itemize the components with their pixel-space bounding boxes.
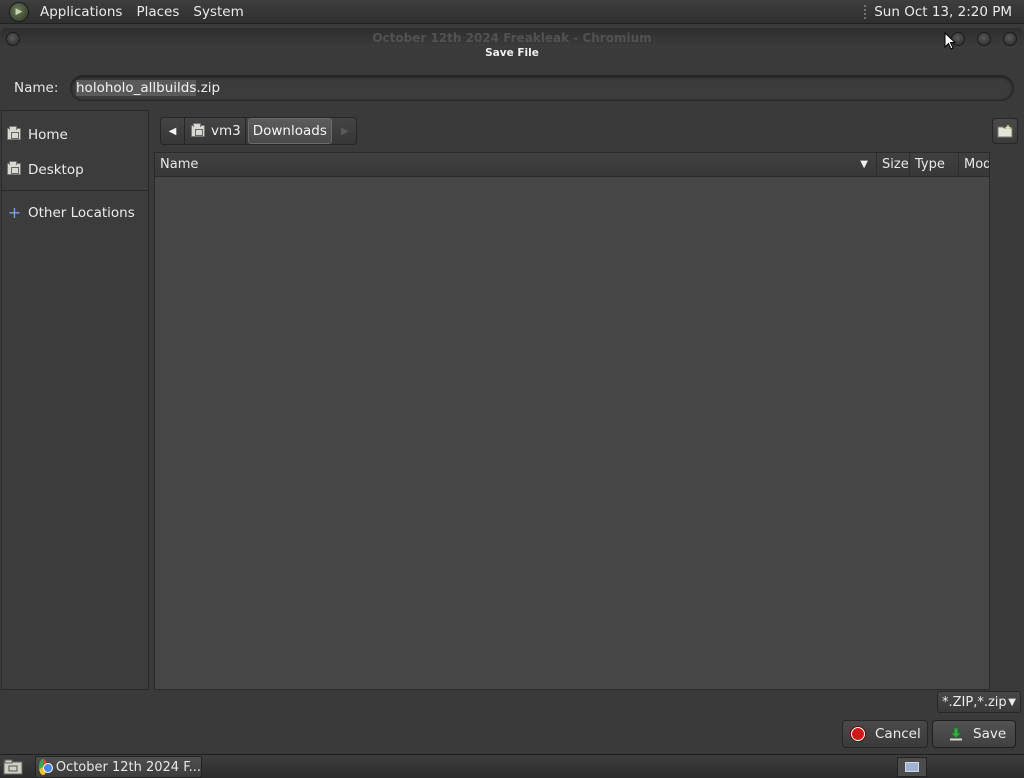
column-header-size[interactable]: Size: [877, 152, 910, 177]
save-button[interactable]: Save: [932, 720, 1016, 748]
filename-selected-text: holoholo_allbuilds: [76, 80, 197, 96]
filename-extension: .zip: [196, 80, 221, 96]
clock[interactable]: Sun Oct 13, 2:20 PM: [874, 4, 1012, 20]
download-arrow-icon: [950, 727, 962, 741]
places-sidebar: Home Desktop + Other Locations: [1, 110, 149, 690]
filter-selected-value: *.ZIP,*.zip: [942, 694, 1007, 710]
chevron-down-icon: ▼: [1008, 696, 1016, 708]
taskbar-item-chromium[interactable]: October 12th 2024 F...: [35, 756, 202, 778]
sidebar-item-other-locations[interactable]: + Other Locations: [2, 195, 148, 230]
bottom-panel: October 12th 2024 F...: [0, 754, 1024, 778]
sidebar-item-desktop[interactable]: Desktop: [2, 152, 148, 187]
path-forward-arrow-icon[interactable]: ▶: [334, 118, 356, 144]
crumb-downloads[interactable]: Downloads: [247, 118, 332, 144]
plus-icon: +: [7, 202, 22, 222]
filename-input[interactable]: holoholo_allbuilds .zip: [70, 75, 1014, 101]
dialog-title: Save File: [485, 47, 539, 59]
applications-menu[interactable]: Applications: [33, 0, 129, 24]
crumb-label: vm3: [211, 123, 241, 139]
column-header-modified[interactable]: Modif: [959, 153, 989, 177]
window-title-bar[interactable]: October 12th 2024 Freakleak - Chromium S…: [0, 24, 1024, 66]
column-label: Type: [915, 157, 945, 172]
cancel-icon: [851, 727, 865, 741]
name-label: Name:: [14, 80, 59, 96]
window-title: October 12th 2024 Freakleak - Chromium: [372, 31, 652, 45]
column-label: Name: [160, 157, 199, 172]
create-folder-button[interactable]: [992, 118, 1018, 144]
file-list[interactable]: Name ▼ Size Type Modif: [154, 152, 990, 690]
cancel-label: Cancel: [875, 726, 921, 742]
sidebar-item-label: Home: [28, 126, 68, 143]
applications-logo-icon[interactable]: ▶: [9, 1, 29, 22]
crumb-label: Downloads: [252, 123, 327, 139]
new-folder-icon: [997, 125, 1013, 138]
places-menu[interactable]: Places: [129, 0, 186, 24]
home-folder-icon: [7, 126, 22, 141]
column-header-type[interactable]: Type: [910, 152, 959, 177]
mouse-cursor-icon: [944, 32, 956, 50]
workspace-switcher[interactable]: [897, 757, 927, 777]
sidebar-item-label: Desktop: [28, 161, 84, 178]
column-label: Size: [882, 157, 909, 172]
taskbar-item-label: October 12th 2024 F...: [55, 759, 201, 775]
system-menu[interactable]: System: [186, 0, 250, 24]
sort-down-icon: ▼: [860, 159, 868, 170]
breadcrumb: ◀ vm3 Downloads ▶: [160, 117, 357, 145]
show-desktop-icon[interactable]: [3, 759, 23, 775]
column-label: Modif: [964, 157, 989, 172]
column-header-name[interactable]: Name ▼: [155, 152, 877, 177]
file-list-header: Name ▼ Size Type Modif: [155, 152, 989, 177]
home-folder-icon: [191, 123, 205, 137]
crumb-vm3[interactable]: vm3: [185, 118, 246, 144]
desktop-folder-icon: [7, 161, 22, 176]
sidebar-item-label: Other Locations: [28, 204, 135, 221]
sidebar-item-home[interactable]: Home: [2, 117, 148, 152]
sidebar-divider: [2, 190, 148, 191]
panel-handle[interactable]: [864, 3, 867, 20]
workspace-icon: [905, 762, 919, 772]
path-bar: ◀ vm3 Downloads ▶: [154, 110, 1024, 152]
top-panel: ▶ Applications Places System Sun Oct 13,…: [0, 0, 1024, 24]
save-label: Save: [973, 726, 1007, 742]
right-panel-gap: [990, 152, 1024, 690]
name-row: Name: holoholo_allbuilds .zip: [0, 66, 1024, 110]
path-back-arrow-icon[interactable]: ◀: [161, 118, 185, 144]
close-window-button[interactable]: [1003, 32, 1017, 46]
maximize-button[interactable]: [977, 32, 991, 46]
file-type-filter-select[interactable]: *.ZIP,*.zip ▼: [937, 691, 1021, 713]
cancel-button[interactable]: Cancel: [842, 720, 928, 748]
chromium-icon: [39, 759, 53, 775]
